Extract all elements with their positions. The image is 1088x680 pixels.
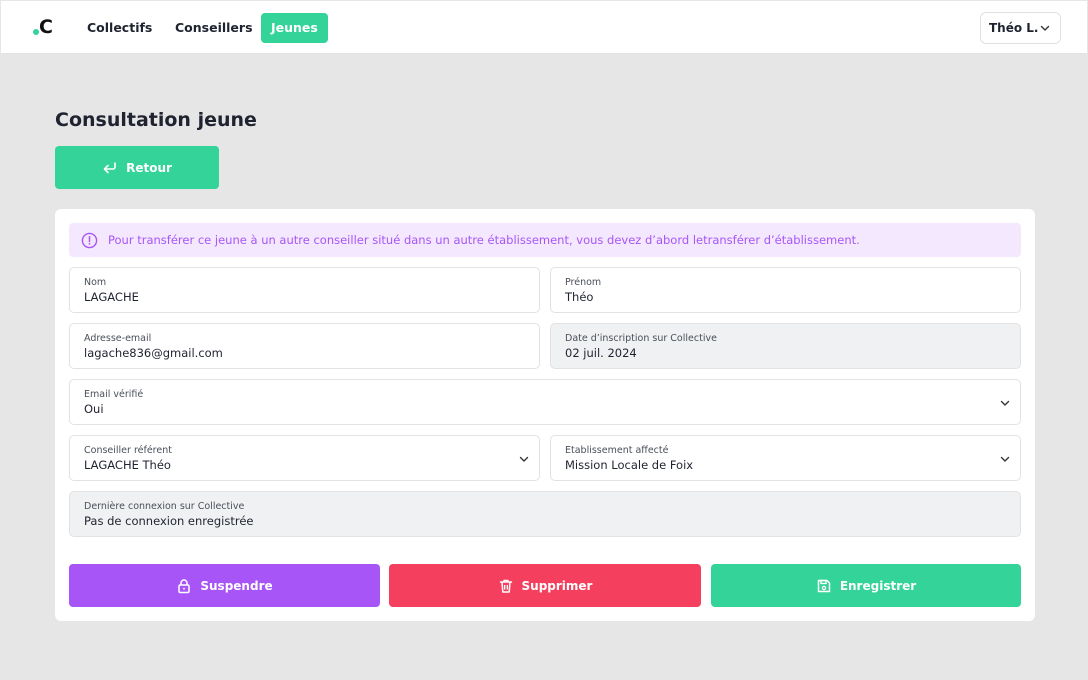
nom-label: Nom — [84, 277, 107, 288]
app-logo[interactable]: C — [31, 15, 55, 39]
email-verified-select[interactable]: Email vérifié Oui — [69, 379, 1021, 425]
conseiller-value: LAGACHE Théo — [84, 458, 171, 472]
etablissement-value: Mission Locale de Foix — [565, 458, 694, 472]
email-field[interactable]: Adresse-email lagache836@gmail.com — [69, 323, 540, 369]
conseiller-label: Conseiller référent — [84, 445, 172, 456]
suspend-label: Suspendre — [200, 578, 273, 593]
chevron-down-icon — [519, 456, 529, 462]
email-value: lagache836@gmail.com — [84, 346, 223, 360]
delete-label: Supprimer — [521, 578, 593, 593]
inscription-date-label: Date d’inscription sur Collective — [565, 333, 717, 344]
prenom-value: Théo — [565, 290, 594, 304]
etablissement-select[interactable]: Etablissement affecté Mission Locale de … — [550, 435, 1021, 481]
top-navbar: C Collectifs Conseillers Jeunes Théo L. — [1, 1, 1087, 54]
inscription-date-field: Date d’inscription sur Collective 02 jui… — [550, 323, 1021, 369]
last-connection-label: Dernière connexion sur Collective — [84, 501, 245, 512]
info-circle-icon — [81, 232, 98, 248]
inscription-date-value: 02 juil. 2024 — [565, 346, 637, 360]
page-title: Consultation jeune — [55, 109, 257, 131]
nav-item-jeunes[interactable]: Jeunes — [261, 13, 328, 43]
back-button-label: Retour — [126, 160, 172, 175]
email-label: Adresse-email — [84, 333, 152, 344]
email-verified-label: Email vérifié — [84, 389, 144, 400]
suspend-button[interactable]: Suspendre — [69, 564, 380, 607]
delete-button[interactable]: Supprimer — [389, 564, 701, 607]
return-arrow-icon — [103, 161, 116, 173]
logo-letter: C — [39, 16, 53, 38]
trash-icon — [499, 579, 512, 593]
youth-details-card: Pour transférer ce jeune à un autre cons… — [55, 209, 1035, 621]
last-connection-field: Dernière connexion sur Collective Pas de… — [69, 491, 1021, 537]
alert-text: Pour transférer ce jeune à un autre cons… — [108, 233, 860, 247]
lock-icon — [178, 578, 191, 593]
user-name: Théo L. — [989, 21, 1039, 35]
etablissement-label: Etablissement affecté — [565, 445, 669, 456]
back-button[interactable]: Retour — [55, 146, 219, 189]
nom-field[interactable]: Nom LAGACHE — [69, 267, 540, 313]
nom-value: LAGACHE — [84, 290, 139, 304]
chevron-down-icon — [1040, 25, 1050, 31]
nav-item-collectifs[interactable]: Collectifs — [77, 13, 162, 43]
last-connection-value: Pas de connexion enregistrée — [84, 514, 254, 528]
transfer-info-alert: Pour transférer ce jeune à un autre cons… — [69, 223, 1021, 257]
save-label: Enregistrer — [839, 578, 917, 593]
conseiller-select[interactable]: Conseiller référent LAGACHE Théo — [69, 435, 540, 481]
floppy-disk-icon — [817, 579, 831, 592]
user-menu[interactable]: Théo L. — [980, 12, 1061, 44]
prenom-label: Prénom — [565, 277, 602, 288]
nav-item-conseillers[interactable]: Conseillers — [165, 13, 263, 43]
chevron-down-icon — [1000, 456, 1010, 462]
prenom-field[interactable]: Prénom Théo — [550, 267, 1021, 313]
email-verified-value: Oui — [84, 402, 104, 416]
chevron-down-icon — [1000, 400, 1010, 406]
save-button[interactable]: Enregistrer — [711, 564, 1021, 607]
